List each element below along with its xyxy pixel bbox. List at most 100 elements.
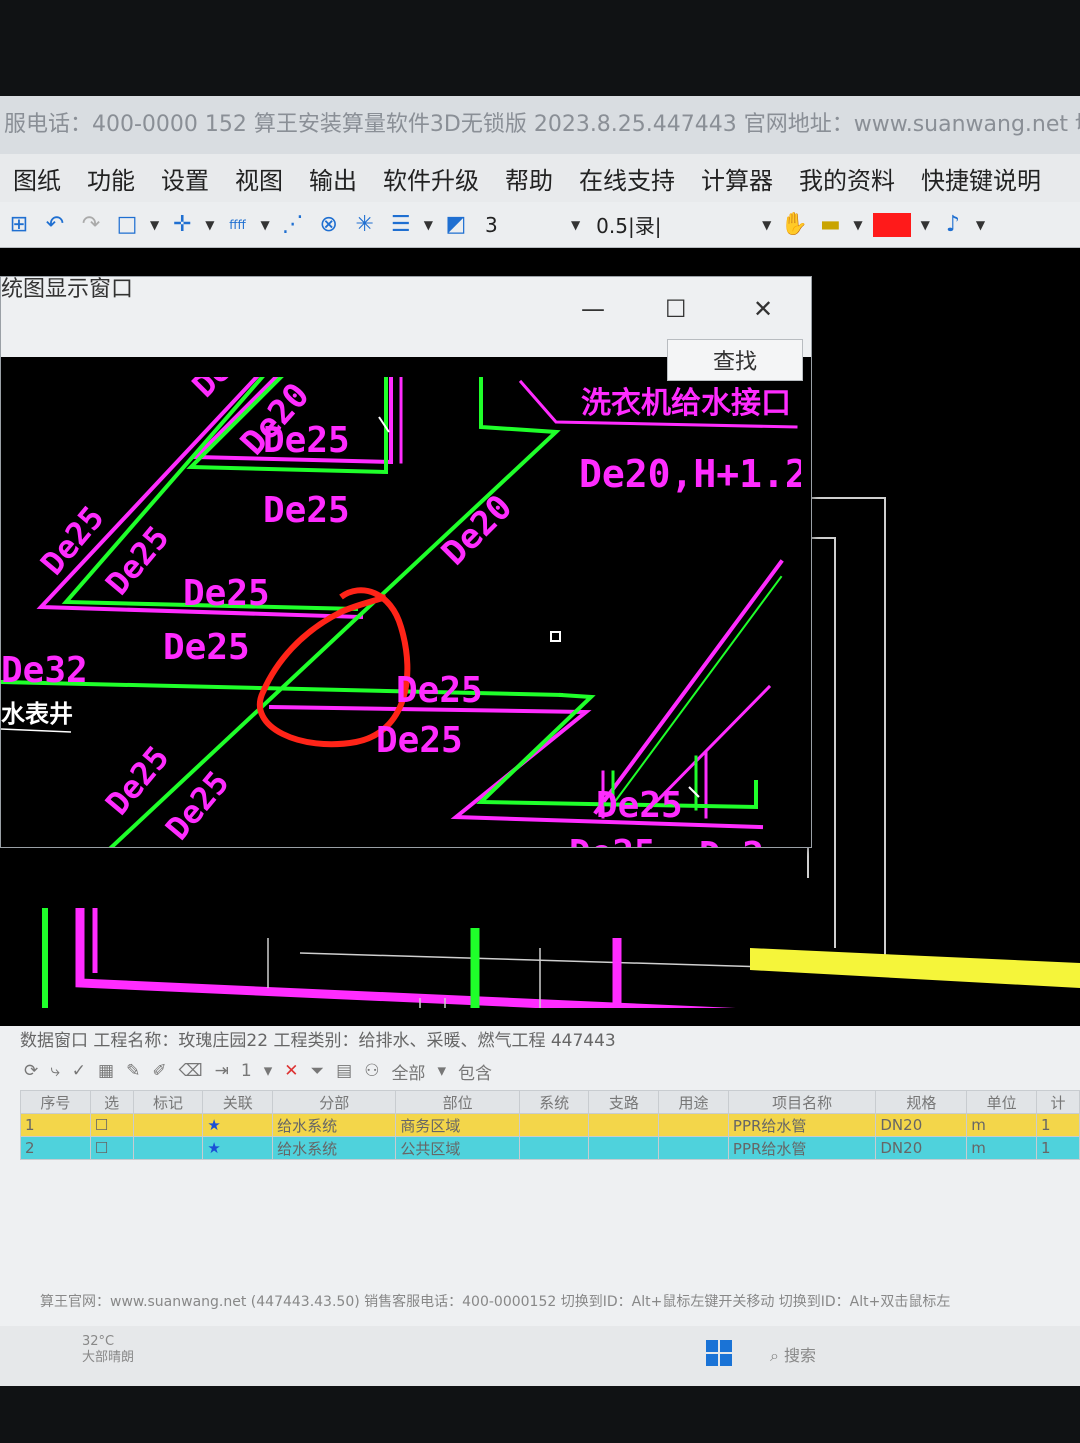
col-count[interactable]: 计 <box>1035 1090 1080 1114</box>
dimension-icon[interactable]: ffff <box>224 212 250 238</box>
label-de25-circled: De25 <box>396 670 483 711</box>
refresh-icon[interactable]: ⟳ <box>24 1061 38 1081</box>
col-select[interactable]: 选 <box>89 1090 134 1114</box>
chevron-down-icon[interactable]: ▾ <box>437 1061 446 1081</box>
menu-output[interactable]: 输出 <box>296 161 370 196</box>
col-branch[interactable]: 支路 <box>588 1090 660 1114</box>
export-icon[interactable]: ⇥ <box>215 1061 229 1081</box>
col-link[interactable]: 关联 <box>202 1090 274 1114</box>
layer-color-icon[interactable]: ▬ <box>817 212 843 238</box>
chevron-down-icon[interactable]: ▼ <box>921 218 930 232</box>
cell-system <box>518 1113 590 1137</box>
star-icon: ★ <box>202 1113 274 1137</box>
cell-index: 1 <box>20 1113 91 1137</box>
filter-contains-select[interactable]: 包含 <box>458 1059 492 1084</box>
col-division[interactable]: 分部 <box>272 1090 397 1114</box>
close-button[interactable]: ✕ <box>753 295 773 323</box>
label-de25-b: De25 <box>183 573 270 614</box>
snap-icon[interactable]: ✳ <box>352 212 378 238</box>
chevron-down-icon[interactable]: ▼ <box>571 218 580 232</box>
undo-icon[interactable]: ↶ <box>42 212 68 238</box>
row-dropdown[interactable]: 1 <box>241 1061 252 1081</box>
label-de25-c: De25 <box>163 627 250 668</box>
menu-online-support[interactable]: 在线支持 <box>566 161 688 196</box>
hand-icon[interactable]: ✋ <box>781 212 808 238</box>
weather-widget[interactable]: 32°C 大部晴朗 <box>82 1334 134 1366</box>
system-graph-window[interactable]: 统图显示窗口 — ☐ ✕ 查找 De De20 De25 De25 De25 D… <box>0 276 831 876</box>
rectangle-select-icon[interactable]: □ <box>114 212 140 238</box>
app-title-bar: 服电话：400-0000 152 算王安装算量软件3D无锁版 2023.8.25… <box>0 96 1080 154</box>
cell-usage <box>658 1136 729 1160</box>
star-icon: ★ <box>202 1136 274 1160</box>
col-location[interactable]: 部位 <box>395 1090 520 1114</box>
chevron-down-icon[interactable]: ▼ <box>424 218 433 232</box>
menu-my-info[interactable]: 我的资料 <box>786 161 908 196</box>
filter-all-select[interactable]: 全部 <box>391 1059 425 1084</box>
maximize-button[interactable]: ☐ <box>665 295 687 323</box>
taskbar-search[interactable]: ⌕ 搜索 <box>770 1342 816 1366</box>
chevron-down-icon[interactable]: ▼ <box>853 218 862 232</box>
break-icon[interactable]: ⊗ <box>316 212 342 238</box>
edit-box-icon[interactable]: ◩ <box>443 212 469 238</box>
menu-drawing[interactable]: 图纸 <box>0 161 74 196</box>
menu-help[interactable]: 帮助 <box>492 161 566 196</box>
col-usage[interactable]: 用途 <box>658 1090 729 1114</box>
scale-select[interactable]: 0.5|录| <box>590 210 752 240</box>
cell-count: 1 <box>1035 1136 1080 1160</box>
cell-location: 商务区域 <box>395 1113 520 1137</box>
table-row[interactable]: 2 ☐ ★ 给水系统 公共区域 PPR给水管 DN20 m 1 <box>20 1136 1080 1160</box>
col-item-name[interactable]: 项目名称 <box>727 1090 877 1114</box>
temperature-text: 32°C <box>82 1334 115 1349</box>
brush-icon[interactable]: ✐ <box>152 1061 166 1081</box>
pipe-system-svg: De De20 De25 De25 De25 De25 De25 De25 De… <box>0 351 831 876</box>
grid-icon[interactable]: ▤ <box>336 1061 352 1081</box>
col-spec[interactable]: 规格 <box>875 1090 968 1114</box>
label-de25-left-low-2: De25 <box>158 764 237 847</box>
col-system[interactable]: 系统 <box>518 1090 590 1114</box>
table-icon[interactable]: ▦ <box>98 1061 114 1081</box>
delete-icon[interactable]: ✕ <box>284 1061 298 1081</box>
color-swatch[interactable] <box>872 212 911 237</box>
menu-settings[interactable]: 设置 <box>148 161 222 196</box>
polyline-icon[interactable]: ⋰ <box>280 212 306 238</box>
chevron-down-icon[interactable]: ▾ <box>264 1061 273 1081</box>
row-checkbox[interactable]: ☐ <box>89 1113 134 1137</box>
measure-icon[interactable]: ♪ <box>940 212 966 238</box>
label-washer-inlet: 洗衣机给水接口 <box>581 386 791 421</box>
layer-select[interactable]: 3 <box>479 210 561 240</box>
zoom-extents-icon[interactable]: ⊞ <box>6 212 32 238</box>
menu-view[interactable]: 视图 <box>222 161 296 196</box>
row-checkbox[interactable]: ☐ <box>89 1136 134 1160</box>
minimize-button[interactable]: — <box>581 295 605 323</box>
data-panel-title: 数据窗口 工程名称：玫瑰庄园22 工程类别：给排水、采暖、燃气工程 447443 <box>20 1031 616 1051</box>
check-icon[interactable]: ✓ <box>72 1061 86 1081</box>
redo-icon[interactable]: ↷ <box>78 212 104 238</box>
menu-shortcuts[interactable]: 快捷键说明 <box>908 161 1054 196</box>
col-index[interactable]: 序号 <box>20 1090 91 1114</box>
float-window-canvas[interactable]: De De20 De25 De25 De25 De25 De25 De25 De… <box>0 351 831 876</box>
edit-icon[interactable]: ✎ <box>126 1061 140 1081</box>
menu-upgrade[interactable]: 软件升级 <box>370 161 492 196</box>
filter-icon[interactable]: ⤷ <box>50 1061 60 1081</box>
chevron-down-icon[interactable]: ▼ <box>976 218 985 232</box>
windows-start-icon[interactable] <box>706 1340 732 1366</box>
find-button[interactable]: 查找 <box>667 339 803 381</box>
table-row[interactable]: 1 ☐ ★ 给水系统 商务区域 PPR给水管 DN20 m 1 <box>20 1113 1080 1137</box>
funnel-icon[interactable]: ⏷ <box>311 1061 325 1081</box>
chevron-down-icon[interactable]: ▼ <box>762 218 771 232</box>
status-bar: 算王官网：www.suanwang.net (447443.43.50) 销售客… <box>40 1294 951 1310</box>
people-icon[interactable]: ⚇ <box>364 1061 379 1081</box>
search-label: 搜索 <box>784 1346 817 1365</box>
menu-calculator[interactable]: 计算器 <box>688 161 786 196</box>
col-unit[interactable]: 单位 <box>966 1090 1037 1114</box>
weather-text: 大部晴朗 <box>82 1350 135 1365</box>
chevron-down-icon[interactable]: ▼ <box>205 218 214 232</box>
cell-unit: m <box>966 1136 1037 1160</box>
col-mark[interactable]: 标记 <box>132 1090 204 1114</box>
parallel-lines-icon[interactable]: ☰ <box>388 212 414 238</box>
chevron-down-icon[interactable]: ▼ <box>260 218 269 232</box>
crosshair-icon[interactable]: ✛ <box>169 212 195 238</box>
menu-function[interactable]: 功能 <box>74 161 148 196</box>
eraser-icon[interactable]: ⌫ <box>179 1061 203 1081</box>
chevron-down-icon[interactable]: ▼ <box>150 218 159 232</box>
